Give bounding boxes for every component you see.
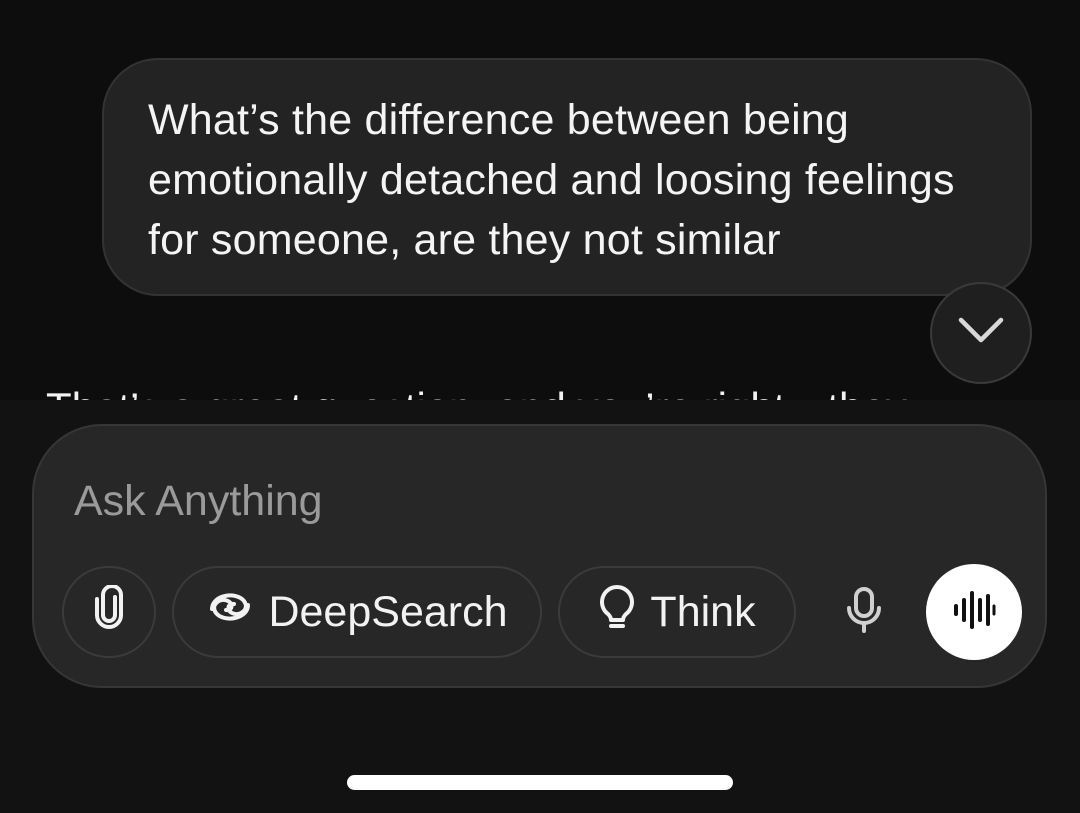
home-indicator	[347, 775, 733, 790]
think-button[interactable]: Think	[558, 566, 796, 658]
mic-button[interactable]	[824, 566, 904, 658]
deepsearch-label: DeepSearch	[268, 587, 508, 636]
think-label: Think	[650, 587, 756, 636]
chat-screen: What’s the difference between being emot…	[0, 0, 1080, 813]
paperclip-icon	[91, 583, 127, 640]
swirl-icon	[206, 585, 254, 640]
microphone-icon	[844, 586, 884, 639]
bottom-panel: DeepSearch Think	[0, 400, 1080, 813]
conversation-area[interactable]: What’s the difference between being emot…	[0, 0, 1080, 402]
ask-input[interactable]	[74, 466, 774, 536]
scroll-down-button[interactable]	[930, 282, 1032, 384]
voice-mode-button[interactable]	[926, 564, 1022, 660]
waveform-icon	[952, 590, 996, 635]
attach-button[interactable]	[62, 566, 156, 658]
assistant-message-text: That’s a great question, and you’re righ…	[46, 380, 1046, 402]
deepsearch-button[interactable]: DeepSearch	[172, 566, 542, 658]
user-message-text: What’s the difference between being emot…	[148, 96, 955, 264]
composer: DeepSearch Think	[32, 424, 1047, 688]
chevron-down-icon	[957, 316, 1005, 351]
lightbulb-icon	[598, 584, 636, 641]
user-message-bubble: What’s the difference between being emot…	[102, 58, 1032, 296]
